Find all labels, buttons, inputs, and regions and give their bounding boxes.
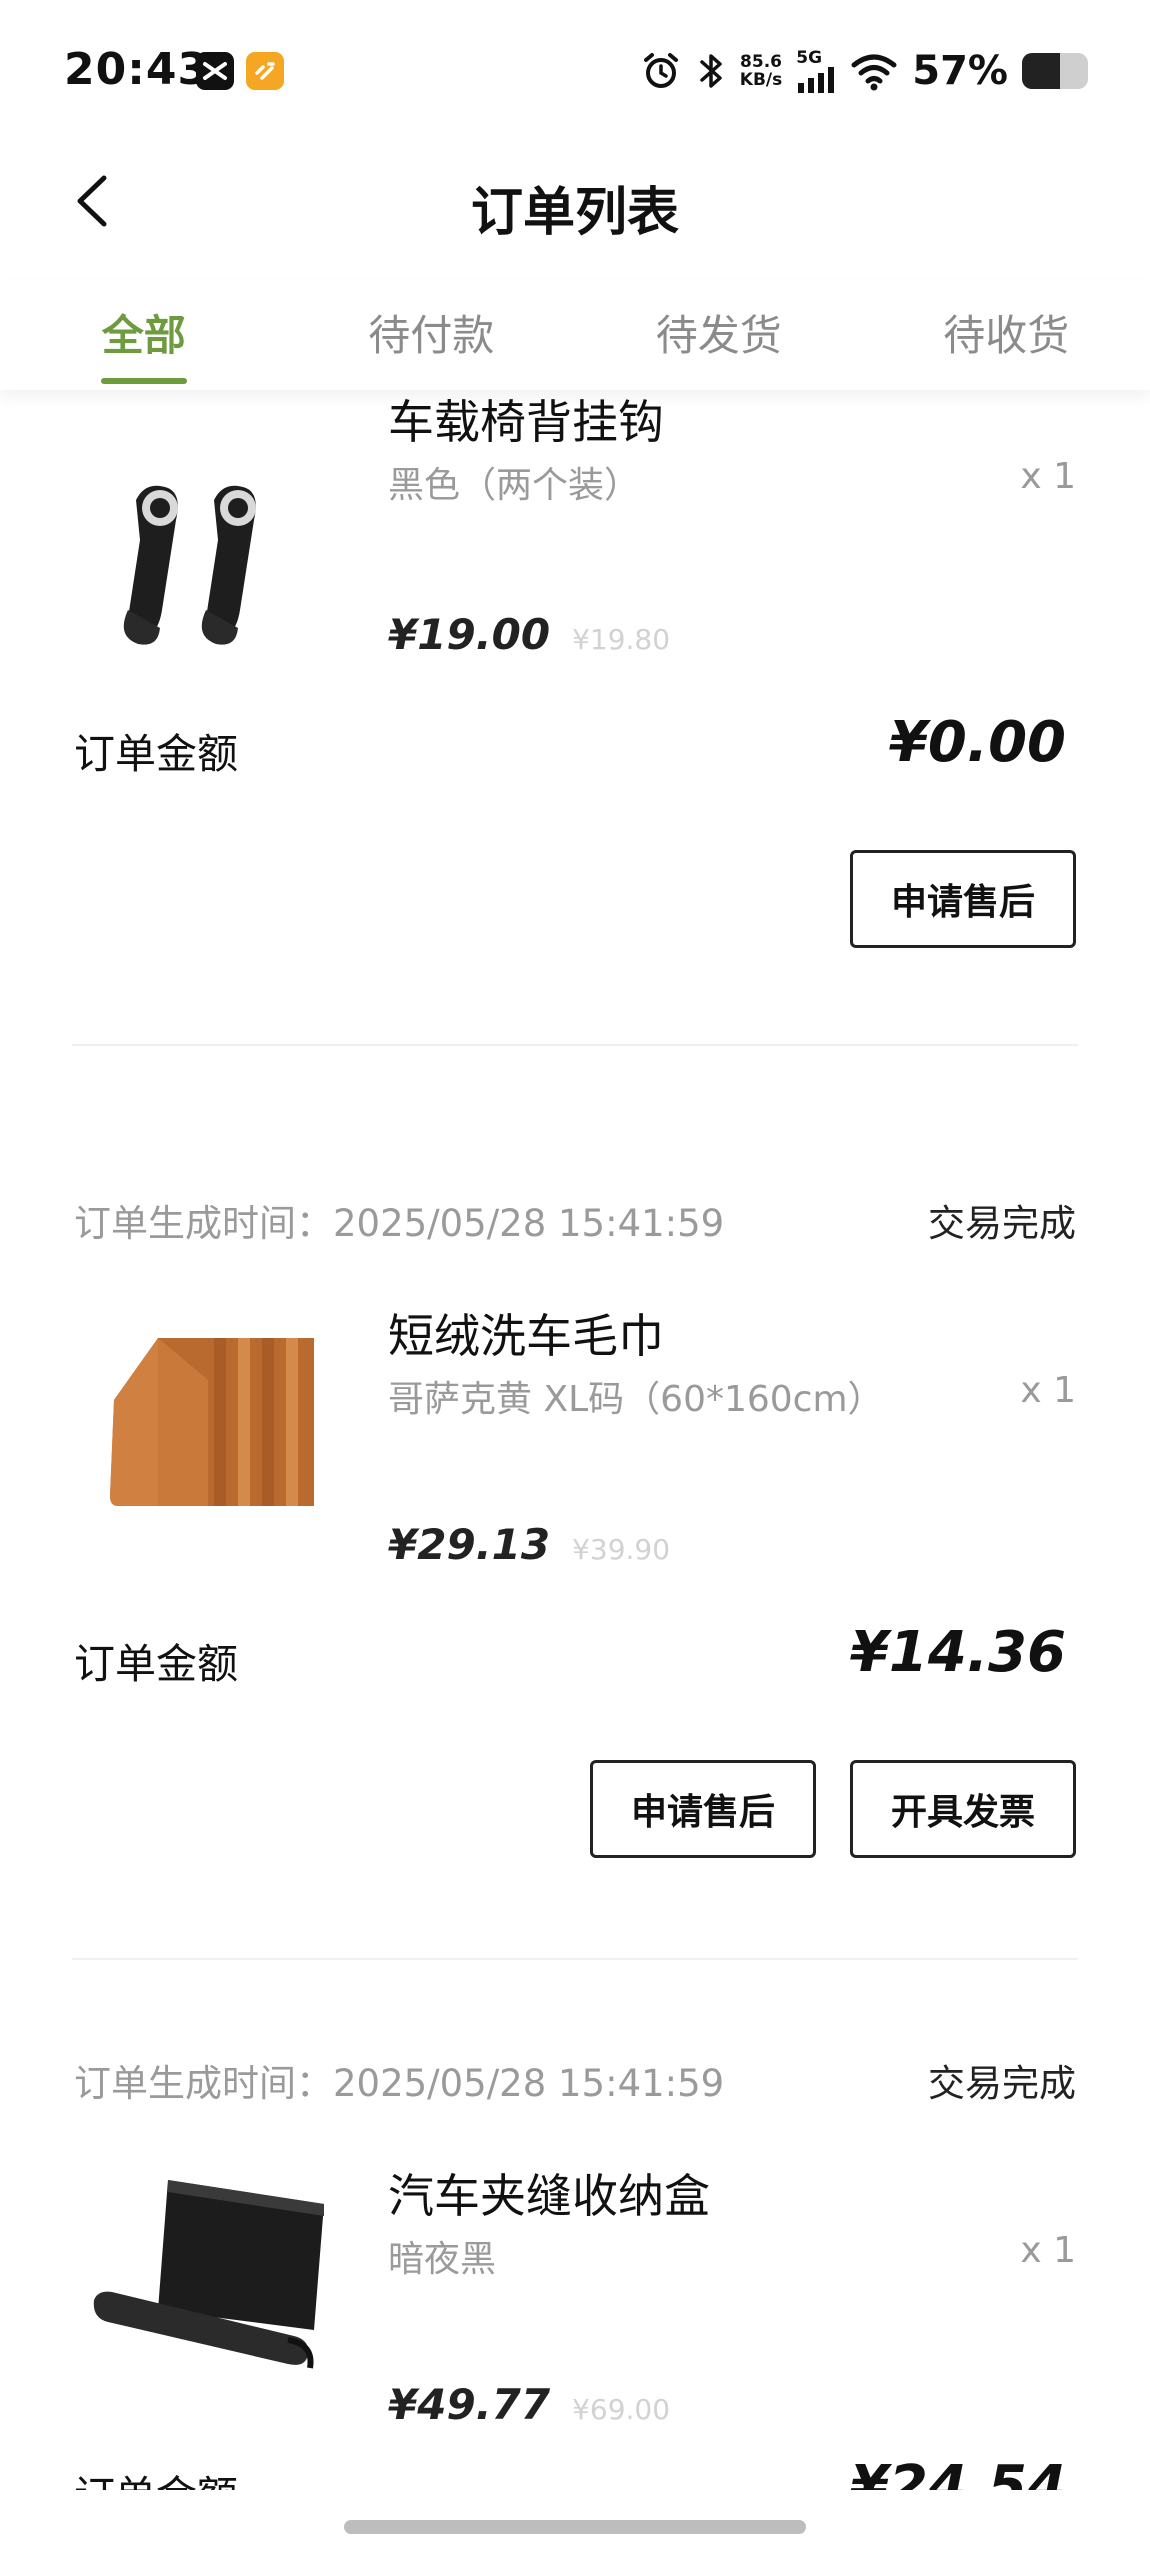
navigation-header: 订单列表 — [0, 150, 1150, 250]
order-card[interactable]: 订单生成时间：2025/05/28 15:41:59 交易完成 汽车夹缝收纳盒 … — [0, 2050, 1150, 2490]
product-image-seat-hooks[interactable] — [88, 440, 348, 700]
wifi-icon — [851, 54, 897, 91]
orange-app-icon — [246, 52, 284, 90]
order-status: 交易完成 — [928, 2062, 1076, 2105]
network-type: 5G — [796, 48, 823, 68]
product-name[interactable]: 汽车夹缝收纳盒 — [388, 2160, 710, 2226]
order-created-time: 订单生成时间：2025/05/28 15:41:59 — [74, 2062, 725, 2105]
order-meta: 订单生成时间：2025/05/28 15:41:59 交易完成 — [74, 2050, 1076, 2110]
active-tab-indicator — [100, 378, 187, 384]
price-row: ¥29.13 ¥39.90 — [388, 1520, 670, 1569]
page-title: 订单列表 — [470, 183, 679, 243]
order-card[interactable]: 订单生成时间：2025/05/28 15:41:59 交易完成 短绒洗车毛巾 哥… — [0, 1190, 1150, 2070]
tab-label: 全部 — [101, 311, 186, 360]
order-amount-label: 订单金额 — [74, 730, 238, 778]
battery-icon — [1022, 53, 1088, 89]
signal-bars-icon — [798, 67, 835, 93]
tab-label: 待收货 — [943, 311, 1070, 360]
product-price: ¥19.00 — [388, 610, 551, 659]
order-divider — [72, 1044, 1078, 1046]
tab-pending-receipt[interactable]: 待收货 — [863, 280, 1150, 390]
order-amount-value: ¥0.00 — [888, 710, 1066, 775]
home-indicator[interactable] — [344, 2520, 806, 2534]
order-meta: 订单生成时间：2025/05/28 15:41:59 交易完成 — [74, 1190, 1076, 1250]
product-spec: 暗夜黑 — [388, 2239, 497, 2280]
issue-invoice-button[interactable]: 开具发票 — [850, 1760, 1076, 1858]
product-spec: 黑色（两个装） — [388, 465, 641, 506]
price-row: ¥19.00 ¥19.80 — [388, 610, 670, 659]
cellular-signal: 5G — [796, 49, 836, 93]
tab-pending-payment[interactable]: 待付款 — [288, 280, 576, 390]
status-time: 20:43 — [64, 44, 210, 95]
product-name[interactable]: 车载椅背挂钩 — [388, 390, 664, 452]
alarm-clock-icon — [643, 53, 678, 88]
net-speed-value: 85.6 — [740, 52, 782, 72]
tab-pending-shipment[interactable]: 待发货 — [575, 280, 863, 390]
status-indicators: 85.6 KB/s 5G 57% — [640, 46, 1088, 96]
product-image-storage-box[interactable] — [88, 2140, 348, 2400]
product-quantity: x 1 — [1020, 1370, 1076, 1411]
order-created-time: 订单生成时间：2025/05/28 15:41:59 — [74, 1202, 725, 1245]
bluetooth-icon — [700, 54, 722, 88]
tab-label: 待发货 — [655, 311, 782, 360]
order-amount-label: 订单金额 — [74, 1640, 238, 1688]
order-divider — [72, 1958, 1078, 1960]
original-price: ¥69.00 — [572, 2393, 671, 2426]
net-speed-unit: KB/s — [739, 70, 783, 90]
product-name[interactable]: 短绒洗车毛巾 — [388, 1300, 664, 1366]
order-filter-tabs: 全部 待付款 待发货 待收货 — [0, 280, 1150, 390]
tab-label: 待付款 — [368, 311, 495, 360]
after-sales-button[interactable]: 申请售后 — [850, 850, 1076, 948]
product-price: ¥29.13 — [388, 1520, 551, 1569]
after-sales-button[interactable]: 申请售后 — [590, 1760, 816, 1858]
network-speed: 85.6 KB/s — [740, 53, 782, 89]
order-amount-label: 订单金额 — [74, 2462, 238, 2490]
product-quantity: x 1 — [1020, 2230, 1076, 2271]
order-amount-value: ¥24.54 — [849, 2454, 1066, 2490]
product-quantity: x 1 — [1020, 456, 1076, 497]
order-list[interactable]: 车载椅背挂钩 黑色（两个装） x 1 ¥19.00 ¥19.80 订单金额 ¥0… — [0, 390, 1150, 2490]
product-price: ¥49.77 — [388, 2380, 551, 2429]
capcut-app-icon — [196, 52, 234, 90]
product-image-wash-towel[interactable] — [88, 1280, 348, 1540]
order-card[interactable]: 车载椅背挂钩 黑色（两个装） x 1 ¥19.00 ¥19.80 订单金额 ¥0… — [0, 390, 1150, 1100]
order-status: 交易完成 — [928, 1202, 1076, 1245]
order-amount-value: ¥14.36 — [849, 1620, 1066, 1685]
price-row: ¥49.77 ¥69.00 — [388, 2380, 670, 2429]
product-spec: 哥萨克黄 XL码（60*160cm） — [388, 1379, 884, 1420]
original-price: ¥19.80 — [572, 623, 671, 656]
battery-level-fill — [1022, 53, 1060, 89]
original-price: ¥39.90 — [572, 1533, 671, 1566]
tab-all[interactable]: 全部 — [0, 280, 288, 390]
battery-percent: 57% — [912, 48, 1008, 94]
status-bar: 20:43 85.6 KB/s 5G 57% — [0, 0, 1150, 140]
